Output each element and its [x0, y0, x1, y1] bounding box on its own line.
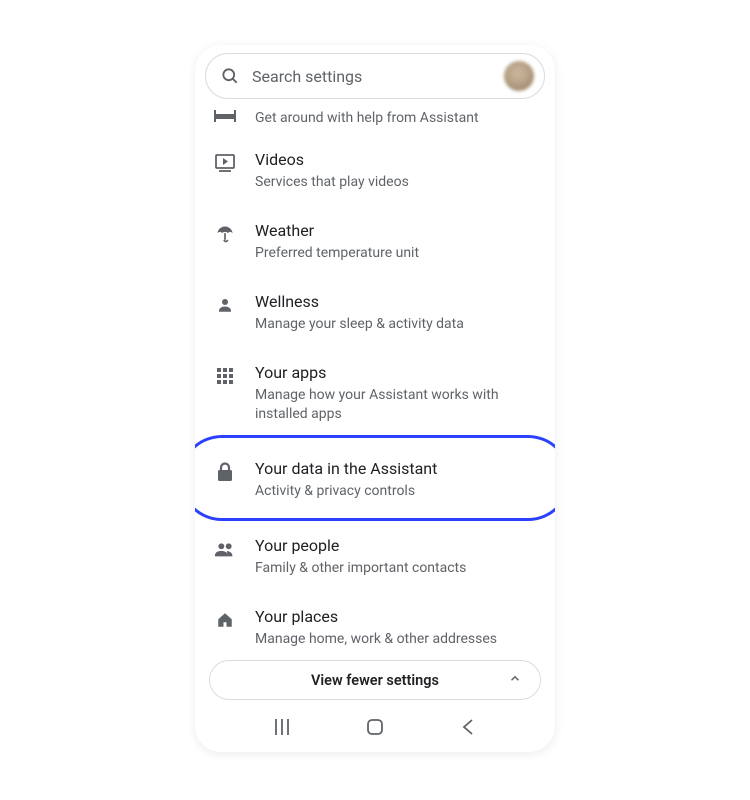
- list-item-wellness[interactable]: Wellness Manage your sleep & activity da…: [195, 277, 555, 348]
- list-item-title: Wellness: [255, 291, 537, 313]
- chevron-up-icon: [508, 671, 522, 690]
- list-item-your-data[interactable]: Your data in the Assistant Activity & pr…: [195, 438, 555, 521]
- list-item-sub: Family & other important contacts: [255, 559, 537, 578]
- list-item-title: Your people: [255, 535, 537, 557]
- list-item-transport[interactable]: Get around with help from Assistant: [195, 101, 555, 135]
- search-icon: [220, 66, 240, 86]
- umbrella-icon: [213, 222, 237, 246]
- nav-back-button[interactable]: [448, 718, 488, 736]
- list-item-your-places[interactable]: Your places Manage home, work & other ad…: [195, 592, 555, 652]
- home-icon: [213, 608, 237, 632]
- list-item-sub: Preferred temperature unit: [255, 244, 537, 263]
- person-icon: [213, 293, 237, 317]
- list-item-sub: Manage your sleep & activity data: [255, 315, 537, 334]
- view-fewer-label: View fewer settings: [311, 672, 439, 689]
- view-fewer-settings-button[interactable]: View fewer settings: [209, 660, 541, 700]
- nav-recents-button[interactable]: [262, 718, 302, 736]
- bed-icon: [213, 105, 237, 129]
- list-item-sub: Manage home, work & other addresses: [255, 630, 537, 649]
- apps-grid-icon: [213, 364, 237, 388]
- list-item-title: Your places: [255, 606, 537, 628]
- list-item-sub: Activity & privacy controls: [255, 482, 537, 501]
- list-item-weather[interactable]: Weather Preferred temperature unit: [195, 206, 555, 277]
- list-item-title: Your apps: [255, 362, 537, 384]
- video-icon: [213, 151, 237, 175]
- list-item-sub: Get around with help from Assistant: [255, 109, 537, 128]
- list-item-videos[interactable]: Videos Services that play videos: [195, 135, 555, 206]
- list-item-your-people[interactable]: Your people Family & other important con…: [195, 521, 555, 592]
- settings-list: Get around with help from Assistant Vide…: [195, 99, 555, 652]
- list-item-your-apps[interactable]: Your apps Manage how your Assistant work…: [195, 348, 555, 438]
- nav-home-button[interactable]: [355, 717, 395, 737]
- list-item-title: Your data in the Assistant: [255, 458, 537, 480]
- android-nav-bar: [195, 706, 555, 752]
- lock-icon: [213, 460, 237, 484]
- list-item-sub: Manage how your Assistant works with ins…: [255, 386, 537, 424]
- list-item-sub: Services that play videos: [255, 173, 537, 192]
- account-avatar[interactable]: [504, 61, 534, 91]
- search-bar[interactable]: Search settings: [205, 53, 545, 99]
- list-item-title: Weather: [255, 220, 537, 242]
- search-placeholder: Search settings: [252, 67, 492, 86]
- list-item-title: Videos: [255, 149, 537, 171]
- people-icon: [213, 537, 237, 561]
- phone-frame: Search settings Get around with help fro…: [195, 45, 555, 752]
